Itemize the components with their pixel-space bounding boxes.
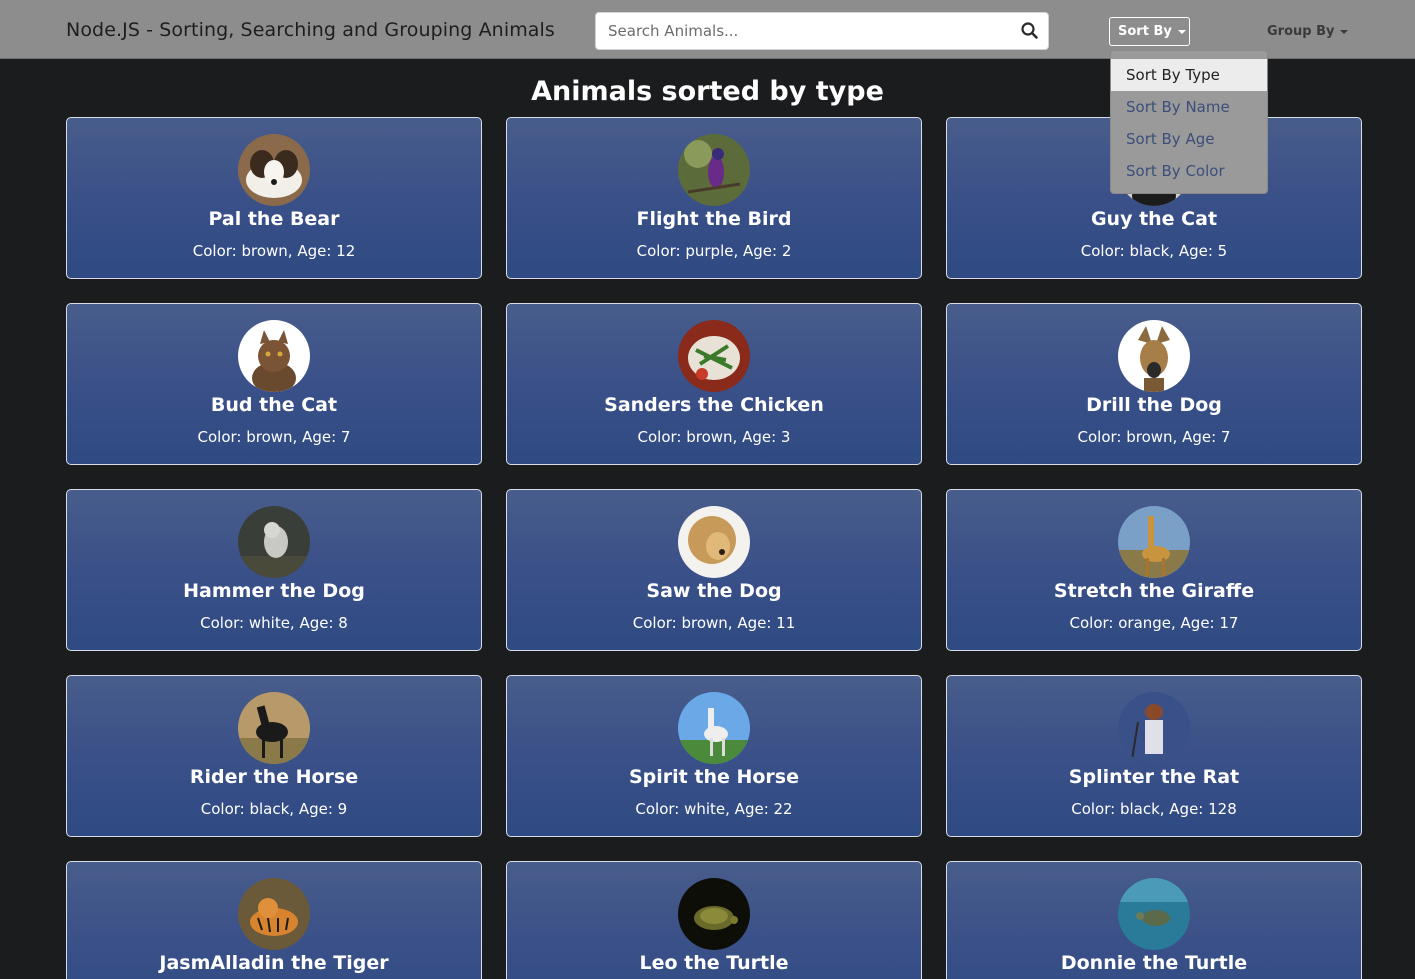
- animal-name: Bud the Cat: [210, 394, 338, 416]
- animal-card[interactable]: Flight the Bird Color: purple, Age: 2: [506, 117, 922, 279]
- caret-down-icon: [1177, 29, 1186, 34]
- brand-title[interactable]: Node.JS - Sorting, Searching and Groupin…: [66, 19, 555, 41]
- animal-name: Drill the Dog: [1086, 394, 1222, 416]
- animal-photo-bear: [238, 134, 310, 206]
- animal-name: Hammer the Dog: [183, 580, 365, 602]
- sort-by-color-item[interactable]: Sort By Color: [1111, 155, 1267, 187]
- animal-info: Color: brown, Age: 12: [192, 242, 356, 260]
- animal-info: Color: white, Age: 22: [635, 800, 793, 818]
- animal-card[interactable]: Hammer the Dog Color: white, Age: 8: [66, 489, 482, 651]
- animal-name: Pal the Bear: [208, 208, 340, 230]
- animal-card[interactable]: Stretch the Giraffe Color: orange, Age: …: [946, 489, 1362, 651]
- animal-name: Donnie the Turtle: [1060, 952, 1248, 974]
- animal-info: Color: brown, Age: 3: [637, 428, 791, 446]
- group-by-label: Group By: [1267, 24, 1335, 39]
- sort-by-type-item[interactable]: Sort By Type: [1111, 59, 1267, 91]
- animal-name: Flight the Bird: [636, 208, 792, 230]
- animal-name: Leo the Turtle: [639, 952, 789, 974]
- animal-photo-dog: [678, 506, 750, 578]
- animal-photo-dog: [1118, 320, 1190, 392]
- animal-info: Color: orange, Age: 17: [1069, 614, 1239, 632]
- animal-info: Color: brown, Age: 11: [632, 614, 796, 632]
- search-icon[interactable]: [1018, 19, 1042, 43]
- animal-photo-turtle: [678, 878, 750, 950]
- animal-photo-chicken: [678, 320, 750, 392]
- animal-photo-bird: [678, 134, 750, 206]
- sort-by-age-item[interactable]: Sort By Age: [1111, 123, 1267, 155]
- animal-card[interactable]: Leo the Turtle: [506, 861, 922, 979]
- animal-photo-tiger: [238, 878, 310, 950]
- animal-name: Guy the Cat: [1090, 208, 1218, 230]
- animal-photo-horse: [678, 692, 750, 764]
- animal-photo-horse: [238, 692, 310, 764]
- animal-name: Saw the Dog: [646, 580, 782, 602]
- animal-info: Color: brown, Age: 7: [1077, 428, 1231, 446]
- search-field[interactable]: [595, 12, 1049, 50]
- animal-name: JasmAlladin the Tiger: [159, 952, 389, 974]
- animal-photo-cat: [238, 320, 310, 392]
- animal-card[interactable]: Sanders the Chicken Color: brown, Age: 3: [506, 303, 922, 465]
- sort-by-name-item[interactable]: Sort By Name: [1111, 91, 1267, 123]
- animal-info: Color: purple, Age: 2: [636, 242, 792, 260]
- animal-card[interactable]: Spirit the Horse Color: white, Age: 22: [506, 675, 922, 837]
- group-by-button[interactable]: Group By: [1267, 17, 1357, 46]
- animal-info: Color: black, Age: 128: [1071, 800, 1237, 818]
- animal-info: Color: black, Age: 9: [200, 800, 348, 818]
- animal-photo-giraffe: [1118, 506, 1190, 578]
- animal-info: Color: black, Age: 5: [1080, 242, 1228, 260]
- animal-name: Sanders the Chicken: [604, 394, 824, 416]
- animal-card[interactable]: Rider the Horse Color: black, Age: 9: [66, 675, 482, 837]
- sort-dropdown-menu: Sort By Type Sort By Name Sort By Age So…: [1110, 50, 1268, 194]
- search-input[interactable]: [596, 13, 1006, 49]
- sort-by-button[interactable]: Sort By: [1109, 17, 1190, 46]
- animal-photo-turtle: [1118, 878, 1190, 950]
- caret-down-icon: [1340, 29, 1349, 34]
- animal-photo-dog: [238, 506, 310, 578]
- animal-card[interactable]: JasmAlladin the Tiger: [66, 861, 482, 979]
- animal-name: Splinter the Rat: [1068, 766, 1240, 788]
- animal-card[interactable]: Saw the Dog Color: brown, Age: 11: [506, 489, 922, 651]
- animal-info: Color: brown, Age: 7: [197, 428, 351, 446]
- animal-name: Spirit the Horse: [628, 766, 799, 788]
- animal-name: Rider the Horse: [189, 766, 359, 788]
- animal-card[interactable]: Splinter the Rat Color: black, Age: 128: [946, 675, 1362, 837]
- animal-name: Stretch the Giraffe: [1053, 580, 1255, 602]
- sort-by-label: Sort By: [1118, 24, 1172, 39]
- animal-info: Color: white, Age: 8: [200, 614, 348, 632]
- animal-card[interactable]: Drill the Dog Color: brown, Age: 7: [946, 303, 1362, 465]
- animal-card[interactable]: Pal the Bear Color: brown, Age: 12: [66, 117, 482, 279]
- animal-card[interactable]: Bud the Cat Color: brown, Age: 7: [66, 303, 482, 465]
- animal-card[interactable]: Donnie the Turtle: [946, 861, 1362, 979]
- animal-photo-rat: [1118, 692, 1190, 764]
